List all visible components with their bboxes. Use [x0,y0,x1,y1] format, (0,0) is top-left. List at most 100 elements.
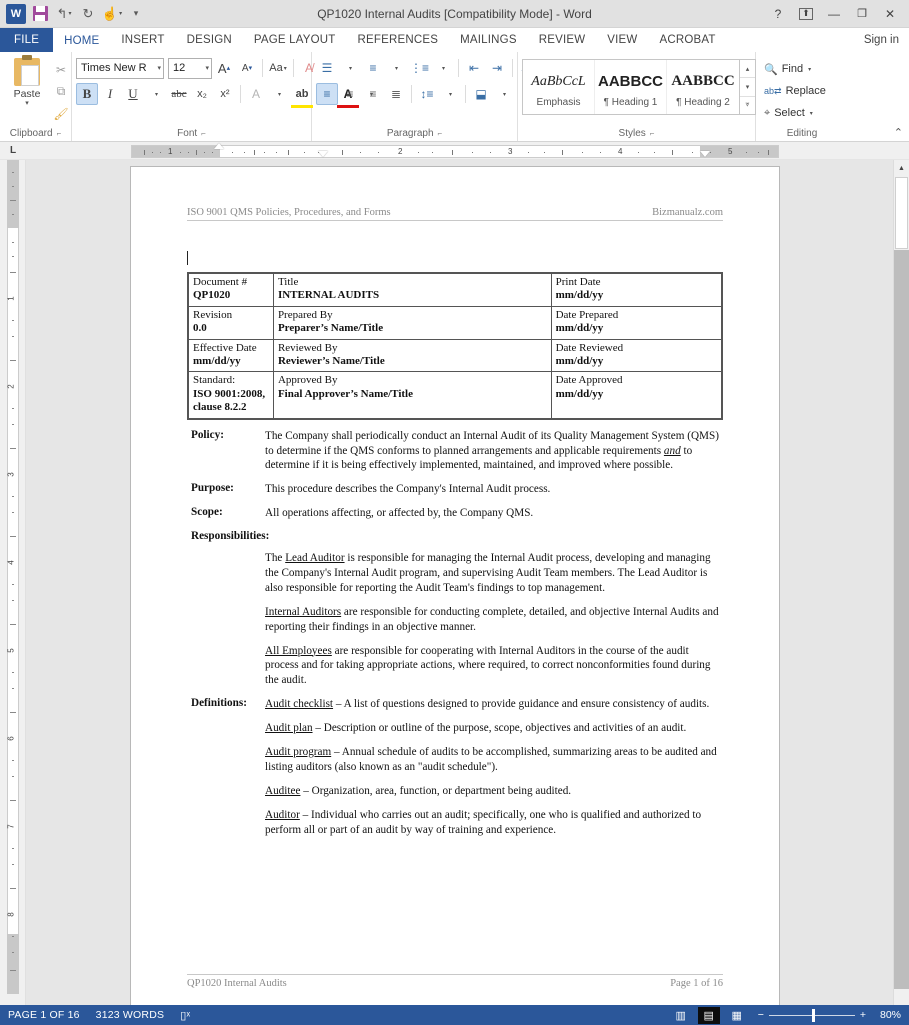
line-spacing-chevron-icon[interactable]: ▾ [439,83,461,105]
print-layout-icon[interactable]: ▤ [697,1006,720,1024]
quick-access-toolbar[interactable]: W ↰ ▾ ↻ ☝ ▾ ▾ [0,3,147,25]
cell-print-date[interactable]: Print Date mm/dd/yy [550,272,723,307]
tab-design[interactable]: DESIGN [176,28,243,52]
zoom-slider[interactable] [768,1008,855,1022]
chevron-down-icon[interactable]: ▾ [205,64,209,72]
cell-date-approved[interactable]: Date Approved mm/dd/yy [550,371,723,420]
chevron-down-icon[interactable]: ▾ [157,64,161,72]
vertical-scrollbar[interactable]: ▲ [893,160,909,1005]
window-controls[interactable]: ? ⬆ — ❐ ✕ [765,3,909,25]
paragraph-dialog-launcher-icon[interactable]: ⌐ [438,129,443,138]
underline-button[interactable]: U [122,83,144,105]
align-right-icon[interactable]: ≡ [362,83,384,105]
tab-mailings[interactable]: MAILINGS [449,28,528,52]
ruler-track[interactable]: 1 2 3 4 5 [131,145,779,158]
hanging-indent-marker[interactable] [318,151,328,157]
cell-reviewed-by[interactable]: Reviewed By Reviewer’s Name/Title [272,338,552,373]
proofing-errors-icon[interactable]: ▯ˣ [180,1009,190,1022]
font-size-input[interactable]: 12 ▾ [168,57,212,79]
superscript-button[interactable]: x² [214,83,236,105]
numbering-icon[interactable]: ≡ [362,57,384,79]
tab-review[interactable]: REVIEW [528,28,597,52]
zoom-level[interactable]: 80% [871,1009,901,1021]
document-control-table[interactable]: Document # QP1020 Title INTERNAL AUDITS … [187,272,723,420]
cell-revision[interactable]: Revision 0.0 [187,305,274,340]
table-row[interactable]: Effective Date mm/dd/yy Reviewed By Revi… [187,338,723,373]
replace-button[interactable]: ab⇄ Replace [760,80,830,102]
select-button[interactable]: ⌖ Select ▾ [760,102,817,124]
page-indicator[interactable]: PAGE 1 OF 16 [8,1009,80,1021]
highlight-color-icon[interactable]: ab [291,83,313,108]
cell-approved-by[interactable]: Approved By Final Approver’s Name/Title [272,371,552,420]
chevron-down-icon[interactable]: ▾ [25,100,29,107]
clipboard-dialog-launcher-icon[interactable]: ⌐ [57,129,62,138]
find-button[interactable]: 🔍 Find ▾ [760,58,815,80]
undo-icon[interactable]: ↰ ▾ [53,3,75,25]
text-effects-icon[interactable]: A [245,83,267,105]
vertical-ruler[interactable]: 1 2 3 4 5 6 7 8 [0,160,26,1005]
increase-indent-icon[interactable]: ⇥ [486,57,508,79]
maximize-restore-button[interactable]: ❐ [849,3,875,25]
scrollbar-track[interactable] [894,250,909,989]
tab-insert[interactable]: INSERT [110,28,175,52]
tab-page-layout[interactable]: PAGE LAYOUT [243,28,347,52]
cell-date-reviewed[interactable]: Date Reviewed mm/dd/yy [550,338,723,373]
style-emphasis[interactable]: AaBbCcL Emphasis [523,60,595,114]
shading-chevron-icon[interactable]: ▾ [493,83,515,105]
touch-mode-icon[interactable]: ☝ ▾ [101,3,123,25]
zoom-out-button[interactable]: − [758,1009,764,1021]
cell-document-number[interactable]: Document # QP1020 [187,272,274,307]
style-heading-1[interactable]: AABBCC ¶ Heading 1 [595,60,667,114]
change-case-icon[interactable]: Aa ▾ [267,57,289,79]
tab-home[interactable]: HOME [53,28,111,52]
word-count[interactable]: 3123 WORDS [96,1009,165,1021]
underline-chevron-icon[interactable]: ▾ [145,83,167,105]
table-row[interactable]: Revision 0.0 Prepared By Preparer’s Name… [187,305,723,340]
copy-icon[interactable]: ⧉ [50,81,72,102]
subscript-button[interactable]: x₂ [191,83,213,105]
vertical-ruler-track[interactable]: 1 2 3 4 5 6 7 8 [7,160,19,1005]
document-page[interactable]: ISO 9001 QMS Policies, Procedures, and F… [131,167,779,1005]
horizontal-ruler[interactable]: L 1 2 3 4 5 [0,142,909,160]
align-left-icon[interactable]: ≡ [316,83,338,105]
right-indent-marker[interactable] [700,151,710,157]
table-row[interactable]: Document # QP1020 Title INTERNAL AUDITS … [187,272,723,307]
font-dialog-launcher-icon[interactable]: ⌐ [201,129,206,138]
close-button[interactable]: ✕ [877,3,903,25]
tab-file[interactable]: FILE [0,28,54,52]
styles-gallery[interactable]: AaBbCcL Emphasis AABBCC ¶ Heading 1 AABB… [522,59,756,115]
styles-scroll[interactable]: ▴ ▾ ⩔ [739,60,755,114]
collapse-ribbon-icon[interactable]: ⌃ [894,126,903,139]
bold-button[interactable]: B [76,83,98,105]
bullets-icon[interactable]: ☰ [316,57,338,79]
tab-view[interactable]: VIEW [596,28,648,52]
save-icon[interactable] [29,3,51,25]
styles-scroll-down-icon[interactable]: ▾ [740,78,755,97]
italic-button[interactable]: I [99,83,121,105]
numbering-chevron-icon[interactable]: ▾ [385,57,407,79]
document-body[interactable]: Policy: The Company shall periodically c… [187,429,723,838]
zoom-in-button[interactable]: + [860,1009,866,1021]
multilevel-list-icon[interactable]: ⋮≡ [408,57,431,79]
sign-in-link[interactable]: Sign in [864,28,909,52]
text-effects-chevron-icon[interactable]: ▾ [268,83,290,105]
style-heading-2[interactable]: AABBCC ¶ Heading 2 [667,60,739,114]
font-name-input[interactable]: Times New R ▾ [76,57,164,79]
decrease-indent-icon[interactable]: ⇤ [463,57,485,79]
shrink-font-icon[interactable]: A ▾ [236,57,258,79]
justify-icon[interactable]: ≣ [385,83,407,105]
tab-acrobat[interactable]: ACROBAT [648,28,726,52]
help-button[interactable]: ? [765,3,791,25]
ribbon-tabs[interactable]: FILE HOME INSERT DESIGN PAGE LAYOUT REFE… [0,28,909,52]
align-center-icon[interactable]: ≡ [339,83,361,105]
read-mode-icon[interactable]: ▥ [670,1007,692,1024]
cell-title[interactable]: Title INTERNAL AUDITS [272,272,552,307]
ribbon-display-options-icon[interactable]: ⬆ [793,3,819,25]
cell-prepared-by[interactable]: Prepared By Preparer’s Name/Title [272,305,552,340]
tab-references[interactable]: REFERENCES [347,28,450,52]
customize-qat-icon[interactable]: ▾ [125,3,147,25]
tab-stop-selector[interactable]: L [0,142,26,160]
zoom-control[interactable]: − + 80% [758,1008,901,1022]
strikethrough-button[interactable]: abc [168,83,190,105]
first-line-indent-marker[interactable] [214,143,224,149]
